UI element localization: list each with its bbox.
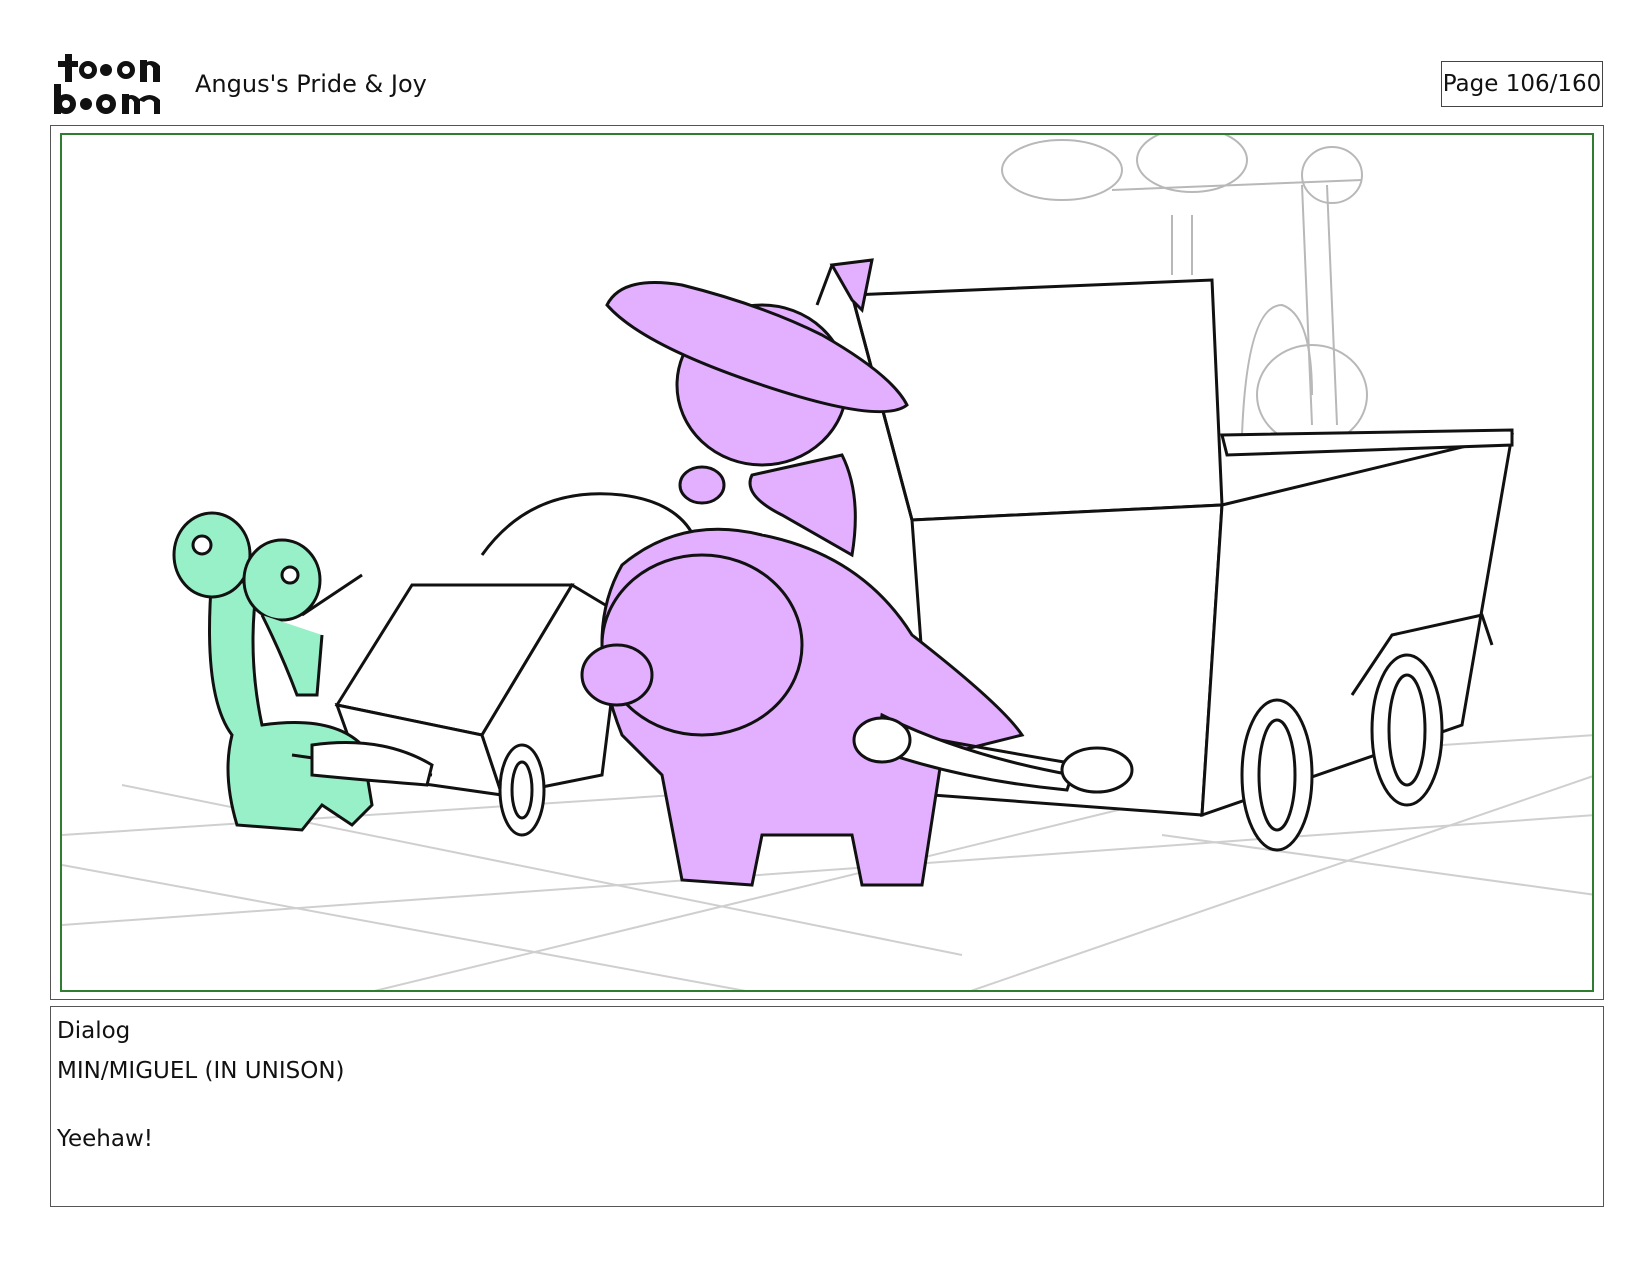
storyboard-panel (60, 133, 1594, 992)
toon-boom-logo (52, 52, 170, 118)
dialog-heading: Dialog (57, 1018, 131, 1044)
dialog-line: Yeehaw! (57, 1126, 153, 1152)
project-title: Angus's Pride & Joy (195, 70, 427, 98)
panel-sketch (62, 135, 1592, 990)
dialog-box: Dialog MIN/MIGUEL (IN UNISON) Yeehaw! (50, 1006, 1604, 1207)
dialog-speaker: MIN/MIGUEL (IN UNISON) (57, 1058, 345, 1084)
page-indicator: Page 106/160 (1441, 61, 1603, 107)
